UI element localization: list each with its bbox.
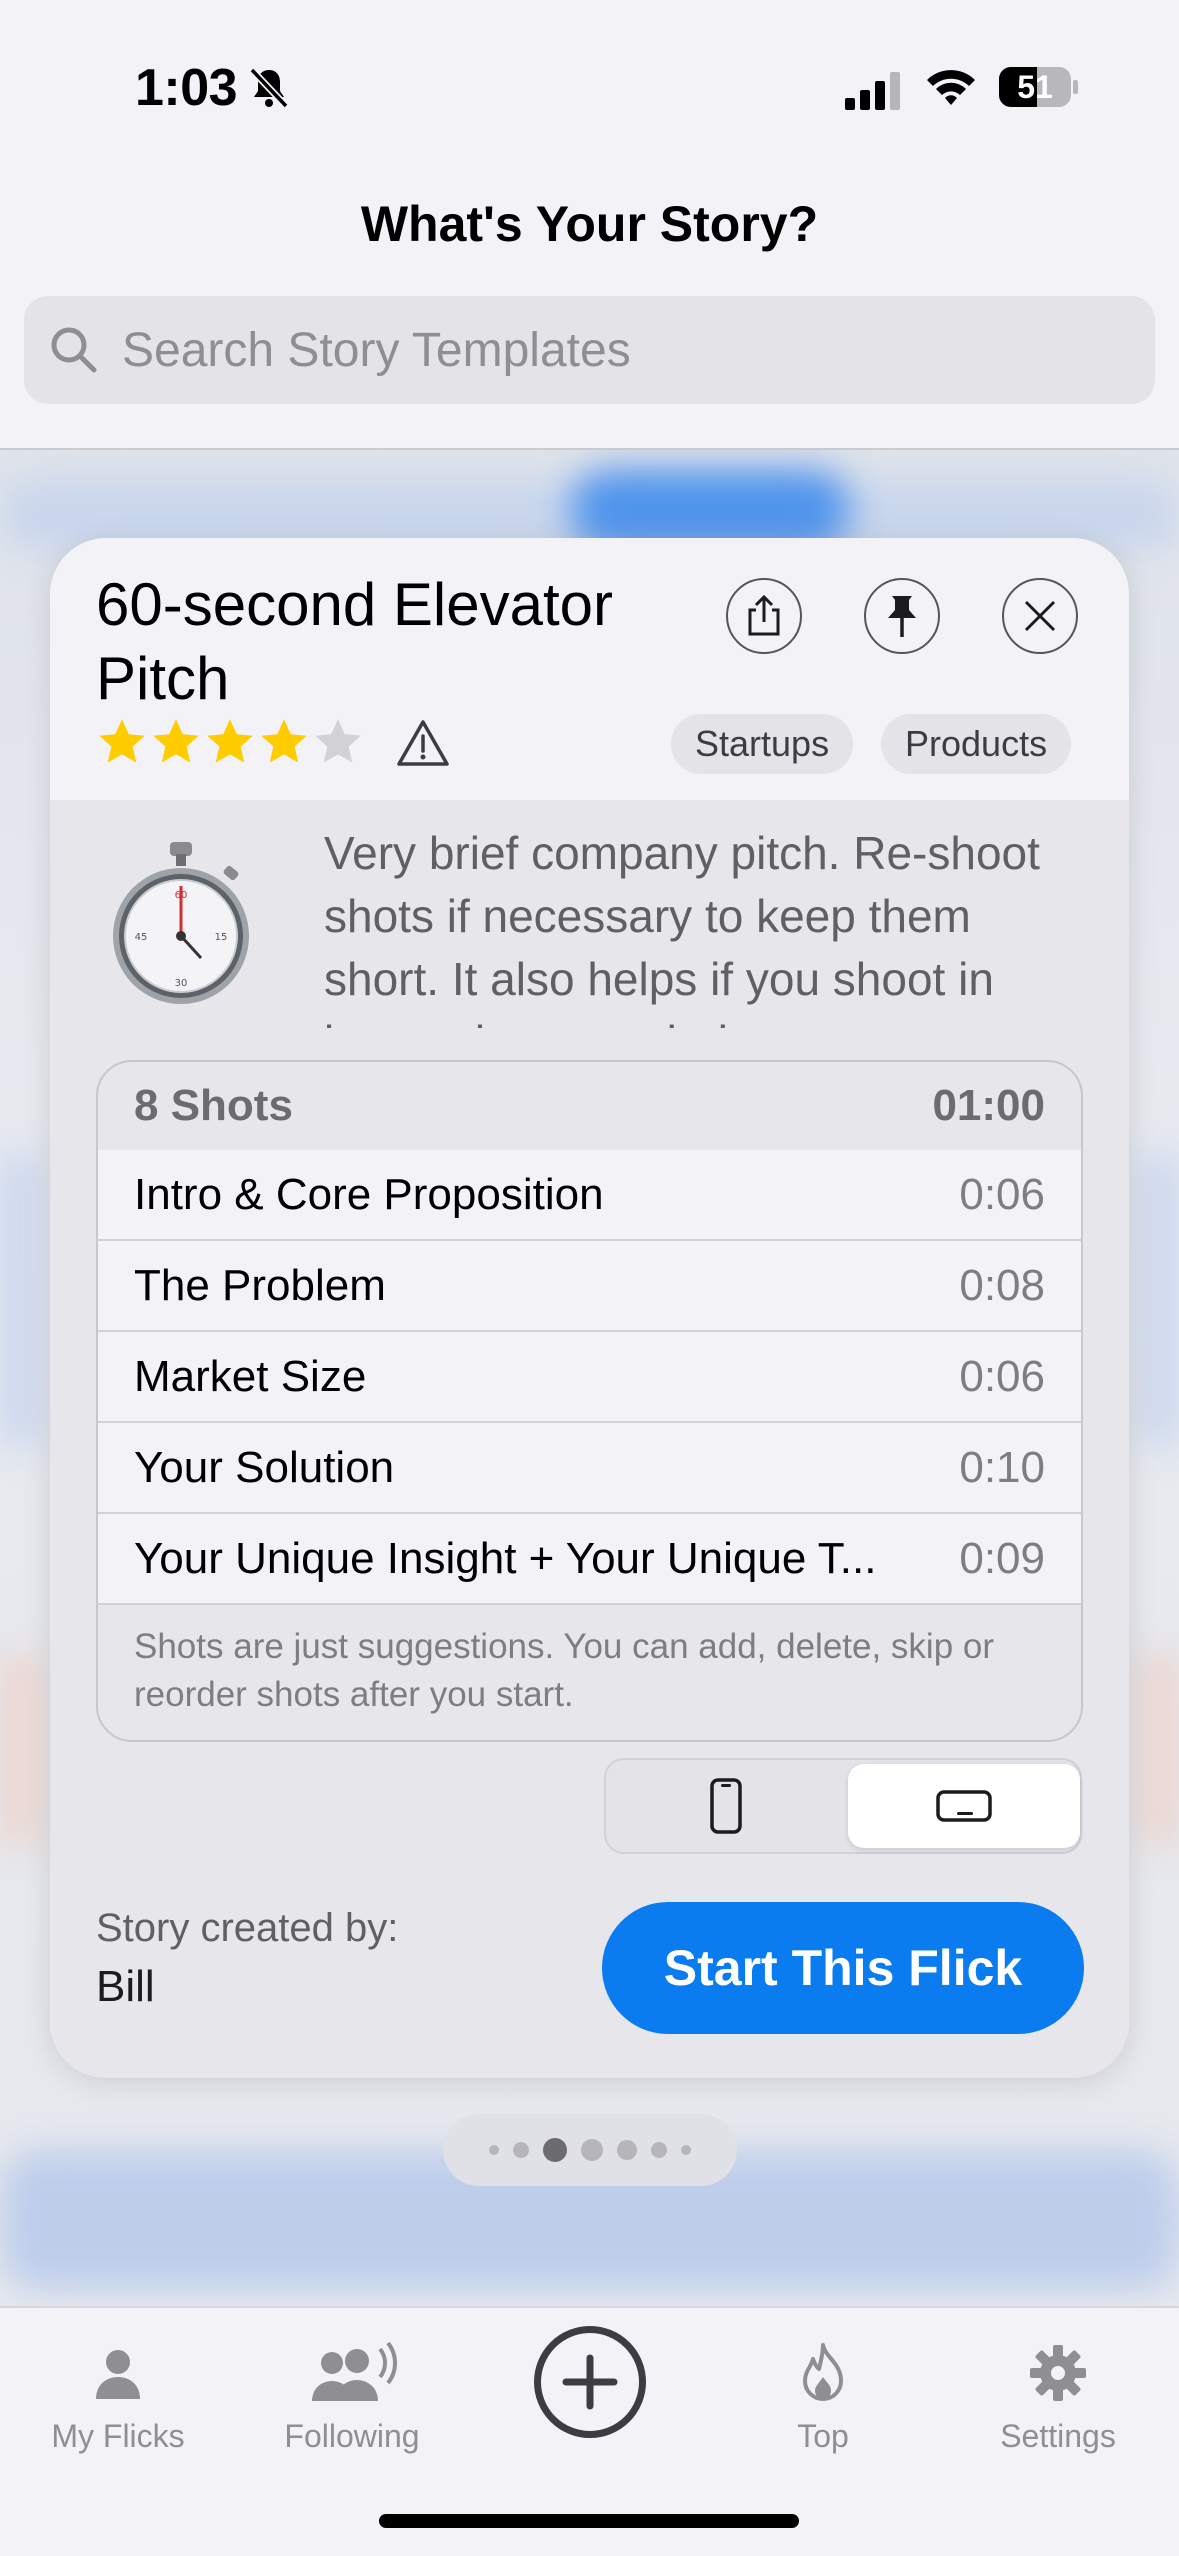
person-icon [96, 2350, 140, 2399]
landscape-option[interactable] [848, 1764, 1080, 1848]
svg-text:30: 30 [175, 978, 188, 989]
tab-label: Following [284, 2418, 420, 2454]
shot-name: Intro & Core Proposition [134, 1169, 604, 1219]
star-filled-icon [261, 719, 307, 763]
phone-landscape-icon [936, 1790, 992, 1822]
tag-products[interactable]: Products [881, 714, 1072, 774]
create-flick-button[interactable] [534, 2326, 646, 2438]
shot-list: 8 Shots 01:00 Intro & Core Proposition 0… [96, 1060, 1083, 1742]
shot-name: Your Solution [134, 1442, 395, 1492]
close-icon [1024, 600, 1056, 632]
shot-duration: 0:06 [959, 1169, 1045, 1219]
page-title: What's Your Story? [360, 196, 819, 252]
tab-my-flicks[interactable]: My Flicks [18, 2328, 218, 2455]
status-bar: 1:03 51 [0, 0, 1179, 180]
shot-duration: 0:09 [959, 1533, 1045, 1583]
shot-duration: 0:10 [959, 1442, 1045, 1492]
star-filled-icon [207, 719, 253, 763]
report-warning-icon[interactable] [396, 718, 450, 768]
page-dot [513, 2142, 529, 2158]
shot-row: The Problem 0:08 [98, 1241, 1081, 1332]
share-icon [748, 594, 780, 636]
tab-settings[interactable]: Settings [958, 2328, 1158, 2455]
shot-row: Market Size 0:06 [98, 1332, 1081, 1423]
page-dot [489, 2145, 499, 2155]
search-bar[interactable]: Search Story Templates [24, 296, 1155, 404]
tab-following[interactable]: Following [252, 2328, 452, 2455]
creator-name: Bill [96, 1962, 155, 2011]
page-dot-active [543, 2138, 567, 2162]
page-dot [651, 2142, 667, 2158]
page-dot [617, 2140, 637, 2160]
shot-list-header: 8 Shots 01:00 [98, 1062, 1081, 1150]
flame-icon [803, 2343, 843, 2401]
shot-row: Your Solution 0:10 [98, 1423, 1081, 1514]
creator-label: Story created by: [96, 1906, 399, 1950]
tab-label: Settings [1000, 2418, 1116, 2454]
orientation-selector [604, 1758, 1082, 1854]
template-title: 60-second Elevator Pitch [96, 571, 613, 712]
tab-label: My Flicks [51, 2418, 185, 2454]
page-dot [681, 2145, 691, 2155]
home-indicator [379, 2514, 799, 2528]
rating-stars [96, 716, 364, 768]
star-empty-icon [315, 719, 361, 763]
stopwatch-icon: 60 15 30 45 [113, 842, 249, 1004]
template-description: Very brief company pitch. Re-shoot shots… [324, 827, 1040, 1028]
svg-text:45: 45 [135, 932, 148, 943]
portrait-option[interactable] [610, 1764, 842, 1848]
tab-top[interactable]: Top [723, 2328, 923, 2455]
search-icon [51, 327, 97, 373]
template-details: 60 15 30 45 Very brief company pitch. Re… [50, 800, 1129, 2078]
shot-duration: 0:08 [959, 1260, 1045, 1310]
pin-button[interactable] [864, 578, 940, 654]
shot-name: Your Unique Insight + Your Unique T... [134, 1533, 877, 1583]
plus-icon [562, 2354, 618, 2410]
close-button[interactable] [1002, 578, 1078, 654]
battery-level: 51 [1017, 69, 1053, 105]
status-time: 1:03 [135, 59, 238, 117]
search-input[interactable]: Search Story Templates [122, 323, 631, 378]
tag-startups[interactable]: Startups [671, 714, 854, 774]
shot-row: Intro & Core Proposition 0:06 [98, 1150, 1081, 1241]
shot-duration: 0:06 [959, 1351, 1045, 1401]
cellular-signal-icon [845, 72, 900, 110]
svg-text:15: 15 [215, 932, 228, 943]
tab-label: Top [797, 2418, 849, 2454]
star-filled-icon [153, 719, 199, 763]
share-button[interactable] [726, 578, 802, 654]
shot-name: The Problem [134, 1260, 386, 1310]
story-template-card: 60-second Elevator Pitch Startups Produc… [50, 538, 1129, 2078]
battery-icon: 51 [998, 66, 1080, 108]
svg-text:60: 60 [175, 890, 188, 901]
wifi-icon [927, 70, 975, 105]
page-indicator[interactable] [443, 2114, 737, 2186]
bell-slash-icon [249, 67, 289, 109]
total-duration: 01:00 [932, 1081, 1045, 1130]
phone-portrait-icon [710, 1778, 742, 1834]
page-dot [581, 2139, 603, 2161]
people-icon [312, 2341, 398, 2401]
start-flick-button[interactable]: Start This Flick [602, 1902, 1084, 2034]
shots-note: Shots are just suggestions. You can add,… [134, 1627, 995, 1714]
pin-icon [888, 596, 916, 637]
gear-icon [1030, 2345, 1086, 2401]
shot-row: Your Unique Insight + Your Unique T... 0… [98, 1514, 1081, 1605]
shots-count: 8 Shots [134, 1081, 293, 1130]
star-filled-icon [99, 719, 145, 763]
shot-name: Market Size [134, 1351, 367, 1401]
